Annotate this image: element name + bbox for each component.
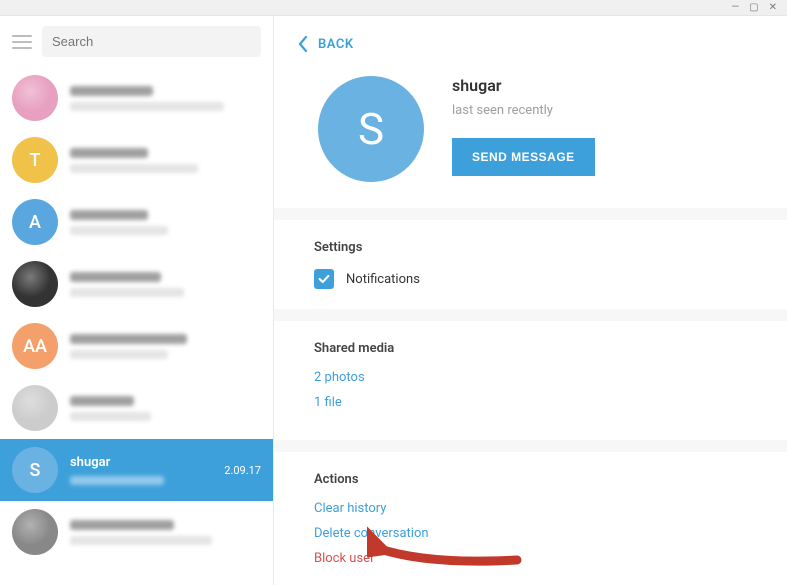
chat-preview bbox=[70, 536, 261, 545]
profile-name: shugar bbox=[452, 76, 595, 95]
actions-heading: Actions bbox=[314, 472, 763, 487]
chat-row[interactable] bbox=[0, 253, 273, 315]
chat-preview bbox=[70, 226, 261, 235]
send-message-button[interactable]: SEND MESSAGE bbox=[452, 138, 595, 176]
chat-avatar: T bbox=[12, 137, 58, 183]
block-user-link[interactable]: Block user bbox=[314, 551, 763, 566]
shared-files-link[interactable]: 1 file bbox=[314, 395, 763, 410]
chat-preview bbox=[70, 476, 212, 485]
chat-row[interactable] bbox=[0, 501, 273, 563]
shared-media-heading: Shared media bbox=[314, 341, 763, 356]
window-minimize[interactable]: — bbox=[731, 2, 739, 13]
chat-avatar bbox=[12, 385, 58, 431]
window-close[interactable]: ✕ bbox=[769, 2, 777, 13]
chat-avatar bbox=[12, 261, 58, 307]
checkbox-checked-icon bbox=[314, 269, 334, 289]
chat-name: shugar bbox=[70, 455, 212, 470]
back-label: BACK bbox=[318, 37, 354, 52]
delete-conversation-link[interactable]: Delete conversation bbox=[314, 526, 763, 541]
chat-avatar: S bbox=[12, 447, 58, 493]
window-maximize[interactable]: ▢ bbox=[749, 2, 758, 13]
chat-name bbox=[70, 210, 261, 220]
main-panel: BACK S shugar last seen recently SEND ME… bbox=[274, 16, 787, 585]
chat-row[interactable]: Sshugar 2.09.17 bbox=[0, 439, 273, 501]
chat-name bbox=[70, 334, 261, 344]
chevron-left-icon bbox=[298, 36, 308, 52]
chat-preview bbox=[70, 288, 261, 297]
notifications-toggle[interactable]: Notifications bbox=[314, 269, 763, 289]
sidebar: TAAASshugar2.09.17 bbox=[0, 16, 274, 585]
window-titlebar: — ▢ ✕ bbox=[0, 0, 787, 16]
chat-name bbox=[70, 86, 261, 96]
chat-row[interactable]: A bbox=[0, 191, 273, 253]
chat-preview bbox=[70, 164, 261, 173]
chat-row[interactable] bbox=[0, 67, 273, 129]
chat-time: 2.09.17 bbox=[224, 464, 261, 477]
chat-row[interactable] bbox=[0, 377, 273, 439]
settings-heading: Settings bbox=[314, 240, 763, 255]
hamburger-menu-icon[interactable] bbox=[12, 35, 32, 49]
chat-preview bbox=[70, 102, 261, 111]
chat-list: TAAASshugar2.09.17 bbox=[0, 67, 273, 585]
chat-avatar bbox=[12, 509, 58, 555]
profile-avatar[interactable]: S bbox=[318, 76, 424, 182]
chat-name bbox=[70, 396, 261, 406]
search-input[interactable] bbox=[42, 26, 261, 57]
chat-name bbox=[70, 148, 261, 158]
profile-status: last seen recently bbox=[452, 103, 595, 118]
chat-avatar bbox=[12, 75, 58, 121]
shared-photos-link[interactable]: 2 photos bbox=[314, 370, 763, 385]
chat-preview bbox=[70, 412, 261, 421]
chat-name bbox=[70, 520, 261, 530]
chat-row[interactable]: AA bbox=[0, 315, 273, 377]
chat-preview bbox=[70, 350, 261, 359]
chat-avatar: A bbox=[12, 199, 58, 245]
chat-avatar: AA bbox=[12, 323, 58, 369]
chat-row[interactable]: T bbox=[0, 129, 273, 191]
notifications-label: Notifications bbox=[346, 272, 420, 287]
clear-history-link[interactable]: Clear history bbox=[314, 501, 763, 516]
chat-name bbox=[70, 272, 261, 282]
back-button[interactable]: BACK bbox=[298, 36, 763, 52]
